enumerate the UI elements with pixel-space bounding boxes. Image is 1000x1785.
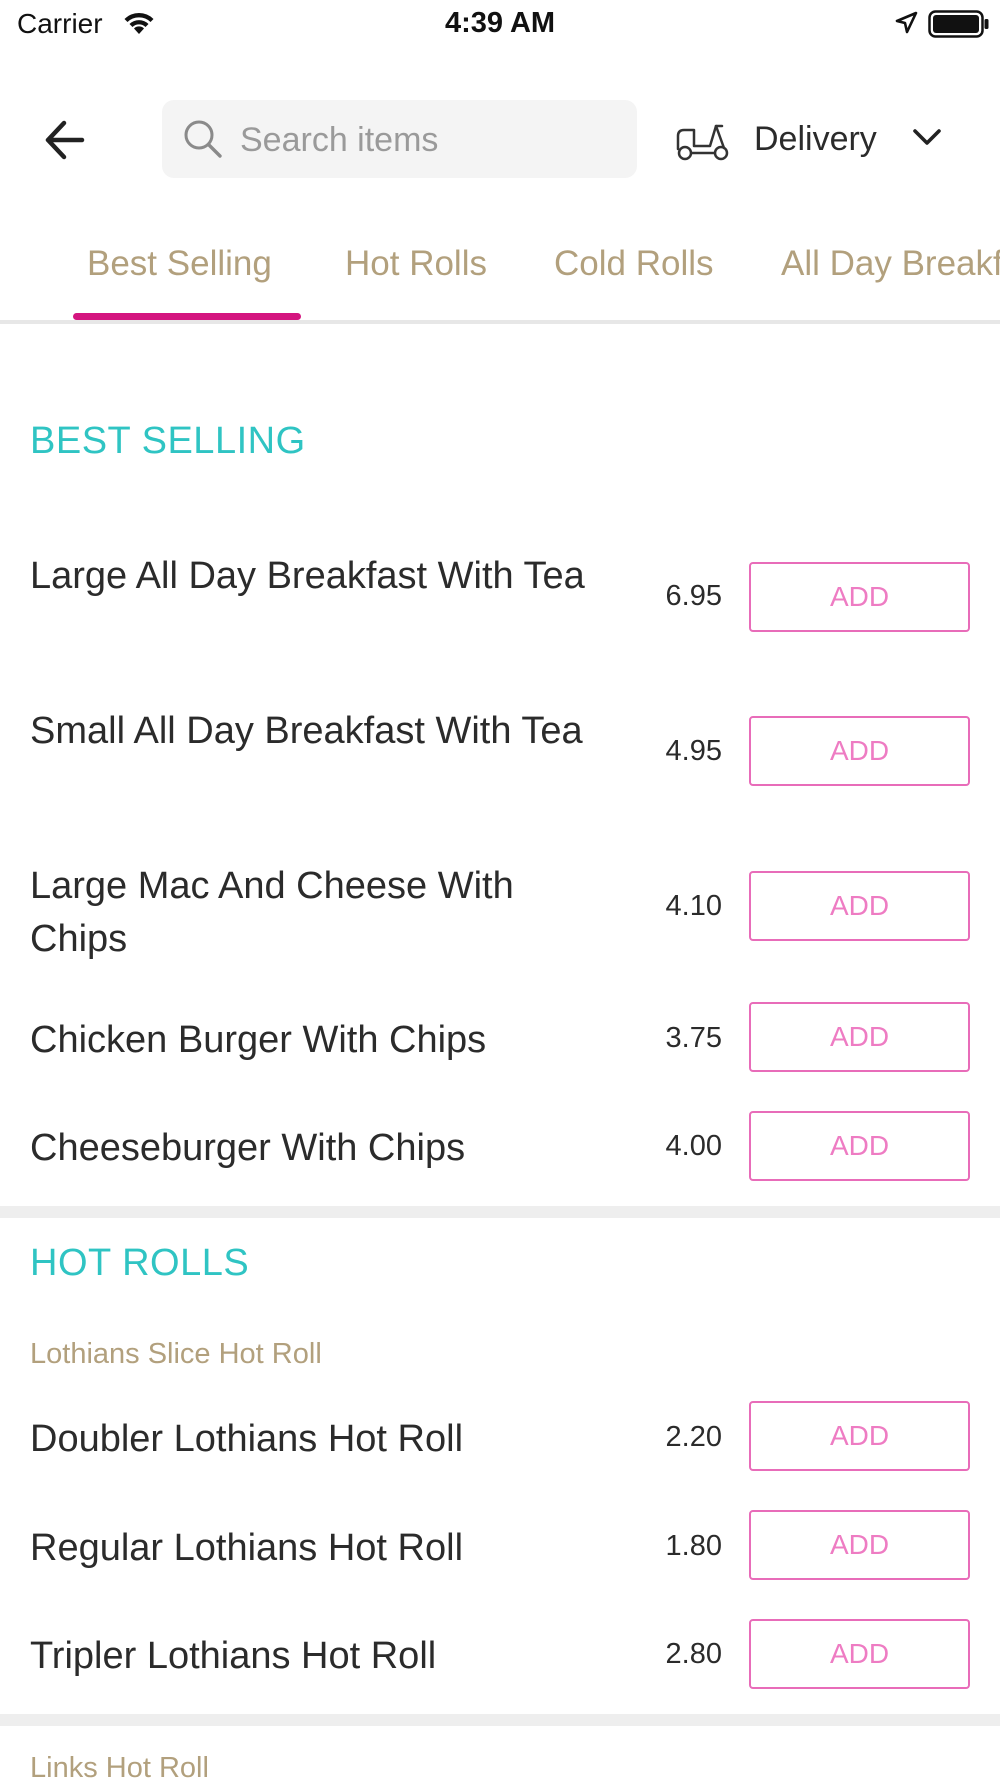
clock: 4:39 AM <box>444 7 556 39</box>
item-name: Small All Day Breakfast With Tea <box>30 710 583 752</box>
back-arrow-icon <box>45 120 85 160</box>
active-tab-indicator <box>73 313 301 320</box>
location-arrow-icon <box>893 10 919 41</box>
item-price: 2.80 <box>665 1638 722 1670</box>
item-price: 2.20 <box>665 1421 722 1453</box>
tab-all-day-breakfast[interactable]: All Day Breakfast <box>781 244 1000 284</box>
tab-best-selling[interactable]: Best Selling <box>87 244 272 284</box>
item-price: 6.95 <box>665 580 722 612</box>
item-price: 4.95 <box>665 735 722 767</box>
subsection-title: Lothians Slice Hot Roll <box>30 1338 322 1370</box>
battery-icon <box>928 9 990 44</box>
add-button[interactable]: ADD <box>749 1510 970 1580</box>
chevron-down-icon <box>912 126 942 153</box>
subsection-title: Links Hot Roll <box>30 1752 209 1784</box>
section-divider <box>0 1206 1000 1218</box>
add-button[interactable]: ADD <box>749 1111 970 1181</box>
category-tabs: Best Selling Hot Rolls Cold Rolls All Da… <box>0 226 1000 324</box>
add-button[interactable]: ADD <box>749 1002 970 1072</box>
back-button[interactable] <box>40 112 100 172</box>
tab-cold-rolls[interactable]: Cold Rolls <box>554 244 714 284</box>
add-button[interactable]: ADD <box>749 562 970 632</box>
item-name: Large All Day Breakfast With Tea <box>30 555 585 597</box>
search-input[interactable]: Search items <box>162 100 637 178</box>
section-title-best-selling: BEST SELLING <box>30 420 306 462</box>
status-bar: Carrier 4:39 AM <box>0 0 1000 50</box>
section-title-hot-rolls: HOT ROLLS <box>30 1242 250 1284</box>
add-button[interactable]: ADD <box>749 1619 970 1689</box>
search-placeholder: Search items <box>240 121 439 159</box>
add-button[interactable]: ADD <box>749 716 970 786</box>
item-name: Chicken Burger With Chips <box>30 1019 487 1061</box>
item-name: Cheeseburger With Chips <box>30 1127 466 1169</box>
item-name: Large Mac And Cheese With Chips <box>30 865 514 960</box>
section-divider <box>0 1714 1000 1726</box>
search-icon <box>182 118 224 165</box>
delivery-label: Delivery <box>754 120 877 158</box>
add-button[interactable]: ADD <box>749 871 970 941</box>
item-name: Tripler Lothians Hot Roll <box>30 1635 437 1677</box>
item-name: Regular Lothians Hot Roll <box>30 1527 464 1569</box>
add-button[interactable]: ADD <box>749 1401 970 1471</box>
tab-hot-rolls[interactable]: Hot Rolls <box>345 244 487 284</box>
delivery-selector[interactable]: Delivery <box>672 106 952 174</box>
item-price: 1.80 <box>665 1530 722 1562</box>
item-name: Doubler Lothians Hot Roll <box>30 1418 464 1460</box>
item-price: 4.10 <box>665 890 722 922</box>
scooter-icon <box>674 118 732 167</box>
item-price: 4.00 <box>665 1130 722 1162</box>
item-price: 3.75 <box>665 1022 722 1054</box>
